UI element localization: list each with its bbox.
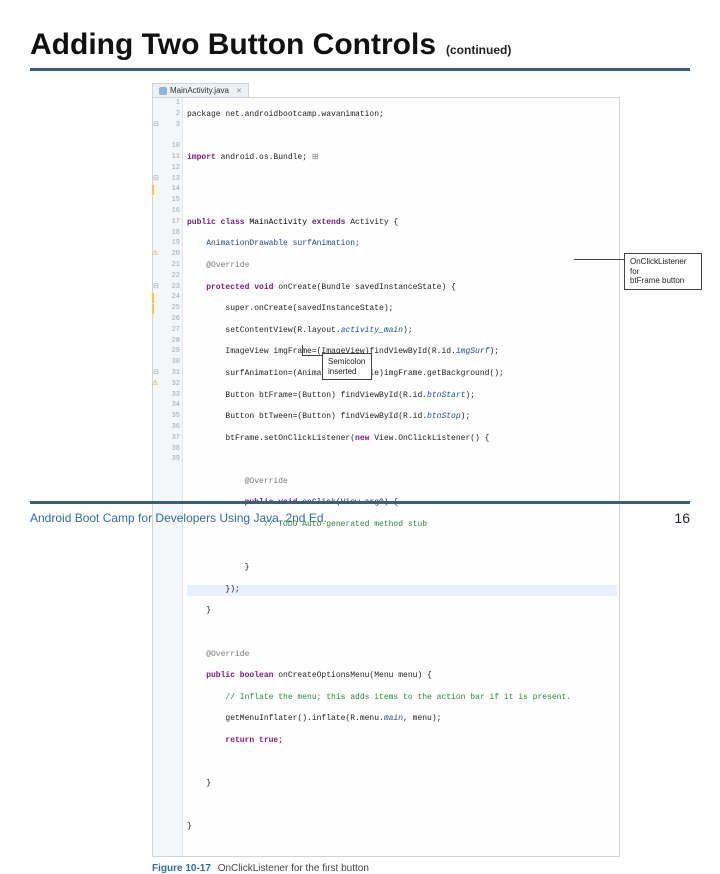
figure-caption: Figure 10-17 OnClickListener for the fir… [152,863,620,874]
continued-label: (continued) [446,43,511,57]
callout-semicolon: Semicolon inserted [322,353,372,380]
editor-tab-mainactivity: MainActivity.java ✕ [152,83,249,97]
slide-title: Adding Two Button Controls [30,28,436,62]
callout-line-1 [574,259,624,260]
footer: Android Boot Camp for Developers Using J… [30,501,690,526]
page-number: 16 [674,510,690,526]
java-file-icon [159,87,167,95]
figure-number: Figure 10-17 [152,863,211,874]
close-icon: ✕ [236,87,242,95]
footer-book-title: Android Boot Camp for Developers Using J… [30,511,327,525]
tab-filename: MainActivity.java [170,86,229,95]
editor-tabbar: MainActivity.java ✕ [152,83,620,97]
callout-line-3 [302,355,322,356]
callout-onclicklistener: OnClickListener for btFrame button [624,253,702,290]
figure-text: OnClickListener for the first button [218,863,369,874]
callout-line-2 [302,345,303,355]
figure-area: MainActivity.java ✕ 1 2 3 10 11 12 13 14… [152,83,620,874]
line-gutter: 1 2 3 10 11 12 13 14 15 16 17 18 19 20 2… [153,98,183,856]
code-source: package net.androidbootcamp.wavanimation… [183,98,619,856]
code-editor: 1 2 3 10 11 12 13 14 15 16 17 18 19 20 2… [152,97,620,857]
title-row: Adding Two Button Controls (continued) [30,28,690,71]
